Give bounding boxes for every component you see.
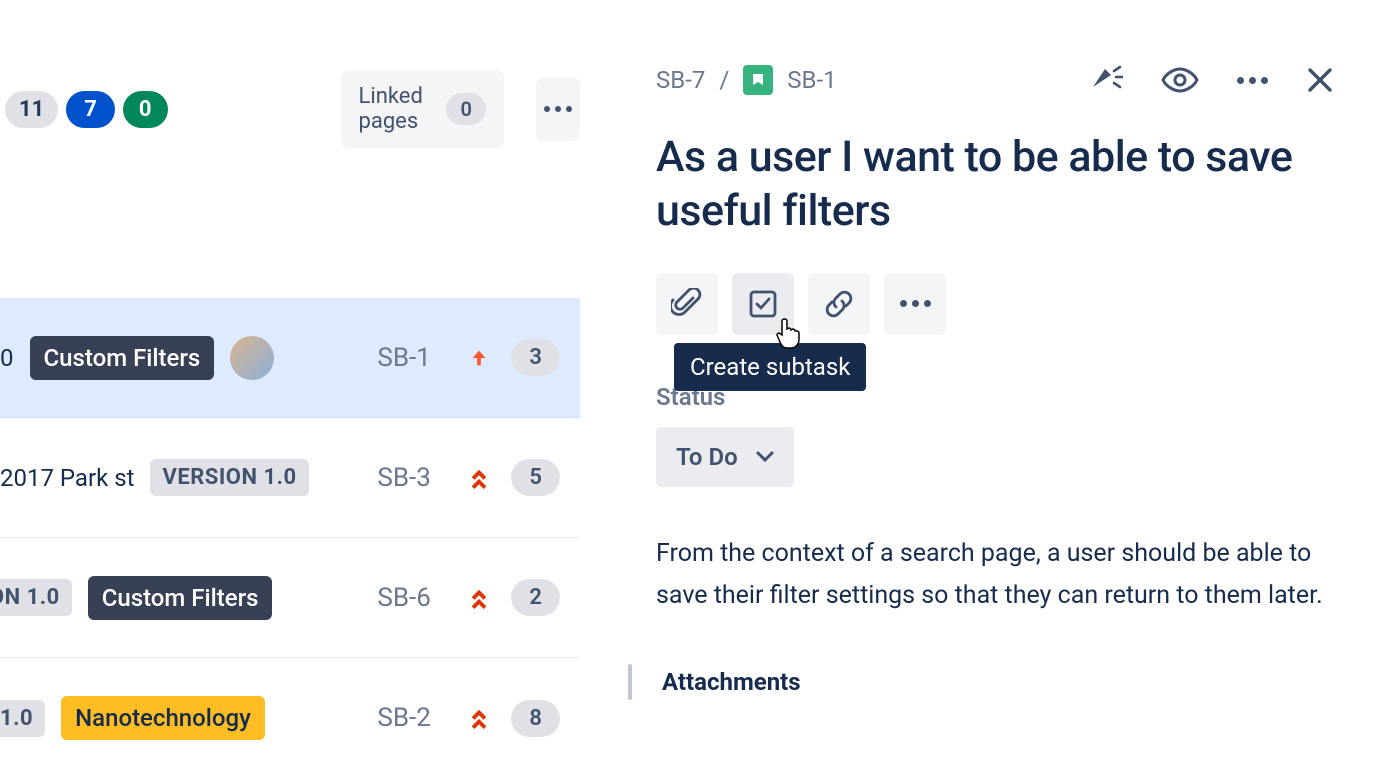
row-fragment: 2017 Park st [0,464,134,492]
breadcrumb-current[interactable]: SB-1 [787,66,836,94]
row-fragment: 0 [0,344,14,372]
story-points: 3 [511,339,560,376]
toolbar-more-button[interactable] [884,273,946,335]
issue-detail-panel: SB-7 / SB-1 [620,0,1380,768]
issue-row[interactable]: N 1.0 Nanotechnology SB-2 8 [0,658,580,778]
more-actions-button[interactable] [536,77,580,141]
breadcrumb-separator: / [719,66,729,94]
story-points: 8 [511,700,560,737]
linked-pages-button[interactable]: Linked pages 0 [341,70,504,148]
breadcrumb: SB-7 / SB-1 [656,65,837,95]
story-points: 5 [511,459,560,496]
count-pill-green[interactable]: 0 [123,91,168,128]
issue-toolbar: Create subtask [656,273,1344,335]
issue-key: SB-1 [377,343,447,373]
backlog-panel: 11 7 0 Linked pages 0 0 Custom Filters S… [0,0,580,768]
issue-key: SB-6 [377,583,447,613]
version-tag[interactable]: ION 1.0 [0,579,72,616]
more-icon[interactable] [1237,77,1268,84]
issue-rows: 0 Custom Filters SB-1 3 2017 Park st VER… [0,298,580,778]
status-dropdown[interactable]: To Do [656,427,794,487]
linked-pages-label: Linked pages [359,84,431,134]
issue-row[interactable]: ION 1.0 Custom Filters SB-6 2 [0,538,580,658]
status-value: To Do [676,443,738,471]
chevron-down-icon [756,451,774,463]
priority-highest-icon [465,466,493,490]
issue-key: SB-3 [377,463,447,493]
priority-highest-icon [465,706,493,730]
linked-pages-count: 0 [446,93,485,125]
epic-tag[interactable]: Custom Filters [88,576,273,620]
top-controls: 11 7 0 Linked pages 0 [0,0,580,148]
issue-row[interactable]: 2017 Park st VERSION 1.0 SB-3 5 [0,418,580,538]
issue-row[interactable]: 0 Custom Filters SB-1 3 [0,298,580,418]
version-tag[interactable]: N 1.0 [0,700,45,737]
kebab-icon [544,106,572,112]
story-points: 2 [511,579,560,616]
epic-tag[interactable]: Nanotechnology [61,696,265,740]
issue-description[interactable]: From the context of a search page, a use… [656,533,1336,618]
story-type-icon [743,65,773,95]
create-subtask-button[interactable] [732,273,794,335]
count-pill-blue[interactable]: 7 [66,91,115,128]
watch-icon[interactable] [1161,67,1199,93]
issue-key: SB-2 [377,703,447,733]
priority-medium-up-icon [465,347,493,369]
tooltip: Create subtask [674,343,866,391]
epic-tag[interactable]: Custom Filters [30,336,215,380]
header-actions [1089,65,1334,95]
version-tag[interactable]: VERSION 1.0 [150,459,308,496]
attach-button[interactable] [656,273,718,335]
breadcrumb-parent[interactable]: SB-7 [656,66,705,94]
link-button[interactable] [808,273,870,335]
issue-title[interactable]: As a user I want to be able to save usef… [656,131,1344,239]
assignee-avatar[interactable] [230,336,274,380]
attachments-header: Attachments [656,668,1344,696]
close-icon[interactable] [1306,66,1334,94]
feedback-icon[interactable] [1089,65,1123,95]
priority-highest-icon [465,586,493,610]
count-pill-gray[interactable]: 11 [5,91,58,128]
